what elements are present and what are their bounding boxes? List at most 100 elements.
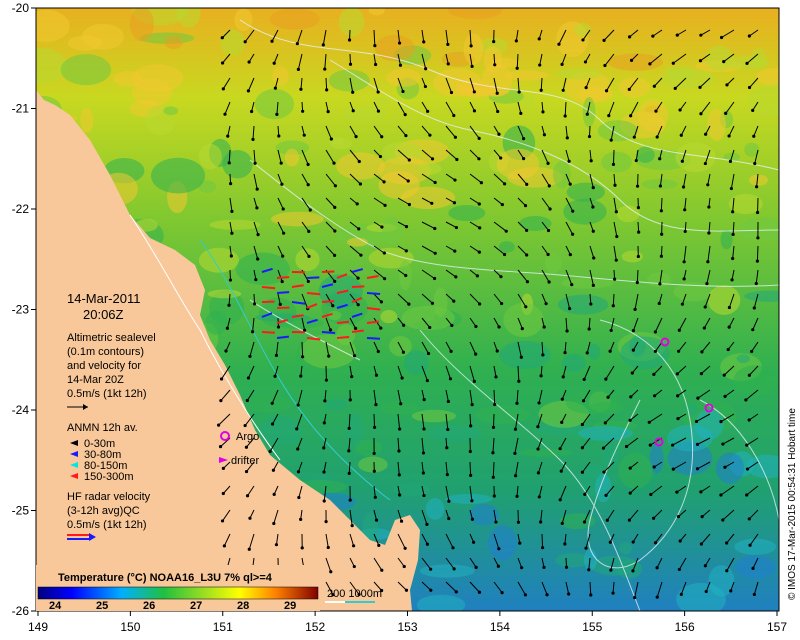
sst-patch: [209, 219, 261, 230]
x-tick-label: 155: [582, 620, 602, 634]
sst-patch: [618, 453, 653, 489]
sst-patch: [574, 22, 592, 37]
sst-patch: [284, 148, 300, 167]
sst-patch: [325, 398, 347, 411]
sst-patch: [583, 549, 598, 571]
colorbar: [37, 586, 319, 600]
colorbar-tick-label: 25: [96, 600, 108, 612]
sst-patch: [737, 217, 779, 241]
credit-text: © IMOS 17-Mar-2015 00:54:31 Hobart time: [787, 408, 798, 600]
hf-radar-arrow: [366, 292, 381, 295]
sst-patch: [220, 29, 245, 57]
sst-patch: [276, 317, 324, 329]
sst-patch: [234, 8, 253, 32]
sst-patch: [411, 409, 457, 423]
colorbar-tick-label: 28: [237, 600, 249, 612]
sst-patch: [269, 8, 320, 30]
anmn-label: 150-300m: [84, 471, 134, 483]
hf-radar-line-1: HF radar velocity: [67, 491, 151, 503]
hf-radar-arrow: [366, 320, 380, 324]
depth-legend-label: 200 1000m: [327, 588, 382, 600]
sst-patch: [601, 151, 633, 173]
sst-patch: [36, 9, 70, 43]
x-tick-label: 153: [397, 620, 417, 634]
altimetry-line-1: Altimetric sealevel: [67, 332, 156, 344]
sst-patch: [590, 555, 639, 576]
sst-patch: [416, 594, 466, 611]
sst-patch: [707, 108, 726, 141]
altimetry-line-5: 0.5m/s (1kt 12h): [67, 388, 146, 400]
hf-radar-arrow: [321, 300, 335, 303]
x-tick-label: 157: [767, 620, 787, 634]
colorbar-tick-label: 29: [284, 600, 296, 612]
sst-patch: [342, 106, 387, 123]
sst-patch: [380, 310, 398, 324]
y-tick-label: -24: [12, 403, 30, 417]
hf-radar-arrow: [366, 337, 381, 340]
sst-patch: [661, 68, 716, 90]
sst-patch: [734, 538, 777, 555]
sst-patch: [629, 335, 646, 357]
sst-patch: [555, 67, 602, 80]
x-tick-label: 150: [120, 620, 140, 634]
sst-patch: [544, 253, 562, 274]
sst-patch: [445, 493, 493, 504]
hf-radar-arrow: [276, 335, 290, 339]
sst-patch: [707, 285, 741, 315]
hf-radar-arrow: [261, 331, 276, 334]
sst-patch: [150, 157, 206, 194]
sst-patch: [636, 146, 655, 163]
sst-patch: [60, 54, 112, 86]
sst-patch: [163, 106, 179, 116]
sst-patch: [272, 66, 289, 86]
sst-patch: [563, 198, 607, 225]
sst-patch: [733, 365, 778, 396]
sst-patch: [496, 148, 540, 180]
sst-patch: [67, 35, 103, 51]
sst-patch: [720, 229, 733, 250]
sst-patch: [129, 8, 154, 42]
argo-label: Argo: [236, 431, 259, 443]
sst-patch: [552, 160, 571, 189]
x-tick-label: 152: [305, 620, 325, 634]
colorbar-tick-label: 26: [143, 600, 155, 612]
altimetry-line-3: and velocity for: [67, 360, 141, 372]
hf-radar-arrow: [306, 292, 321, 296]
y-tick-label: -22: [12, 202, 30, 216]
colorbar-tick-label: 24: [49, 600, 62, 612]
hf-radar-arrow: [351, 285, 365, 288]
sst-patch: [483, 46, 503, 73]
altimetry-line-4: 14-Mar 20Z: [67, 374, 124, 386]
x-axis: 149 150 151 152 153 154 155 156 157: [28, 611, 787, 634]
sst-patch: [475, 405, 530, 424]
sst-patch: [448, 8, 502, 20]
hf-radar-arrow: [276, 291, 290, 294]
sst-patch: [578, 425, 633, 441]
sst-patch: [748, 84, 779, 117]
sst-patch: [355, 439, 383, 456]
sst-patch: [618, 542, 632, 555]
sst-patch: [295, 248, 320, 272]
sst-patch: [80, 107, 94, 133]
altimetry-line-2: (0.1m contours): [67, 346, 144, 358]
y-tick-label: -20: [12, 1, 30, 15]
sst-patch: [503, 302, 544, 338]
sst-patch: [666, 424, 713, 452]
legend-date: 14-Mar-2011: [67, 291, 140, 306]
anmn-title: ANMN 12h av.: [67, 422, 138, 434]
sst-patch: [403, 350, 430, 375]
sst-patch: [36, 48, 68, 84]
sst-patch: [488, 525, 517, 561]
hf-radar-arrow: [336, 320, 350, 324]
sst-patch: [448, 204, 486, 222]
sst-patch: [427, 425, 482, 442]
sst-patch: [164, 36, 183, 50]
sst-patch: [198, 143, 222, 170]
hf-radar-line-3: 0.5m/s (1kt 12h): [67, 519, 146, 531]
sst-patch: [557, 294, 609, 315]
sst-patch: [566, 182, 605, 202]
y-tick-label: -21: [12, 102, 30, 116]
sst-patch: [336, 152, 385, 180]
drifter-label: drifter: [231, 455, 259, 467]
sst-patch: [736, 354, 751, 364]
